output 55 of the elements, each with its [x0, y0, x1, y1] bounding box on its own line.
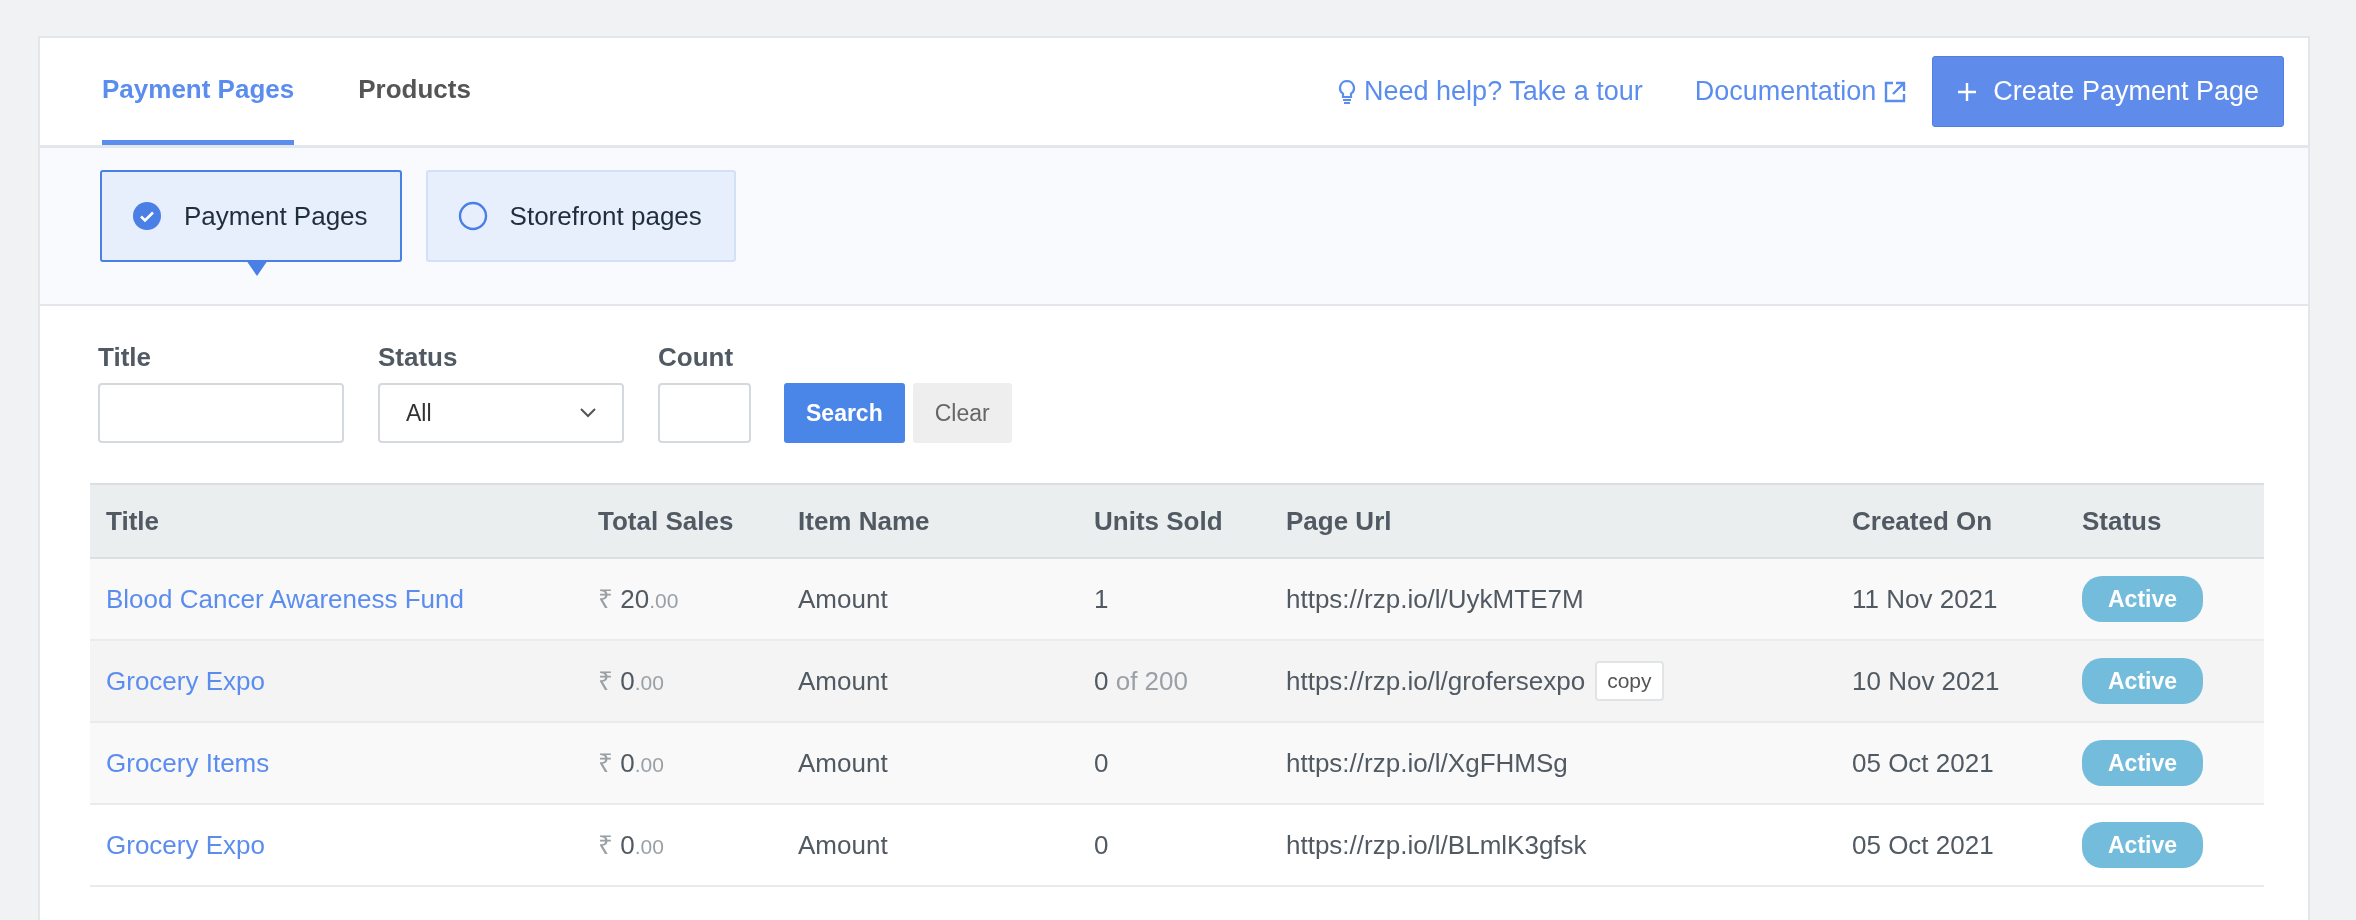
- check-circle-icon: [132, 201, 162, 231]
- total-sales-cell: ₹ 0.00: [582, 640, 782, 722]
- table-cell: Amount: [782, 804, 1078, 886]
- column-header: Item Name: [782, 484, 1078, 558]
- page-url: https://rzp.io/l/UykMTE7M: [1286, 582, 1584, 616]
- units-sold-cell: 0 of 200: [1078, 640, 1270, 722]
- column-header: Page Url: [1270, 484, 1836, 558]
- count-field[interactable]: [658, 383, 751, 443]
- total-sales-cell: ₹ 0.00: [582, 804, 782, 886]
- radio-circle-icon: [457, 201, 488, 231]
- page-title-link[interactable]: Grocery Expo: [106, 665, 265, 696]
- column-header: Created On: [1836, 484, 2066, 558]
- page-type-option[interactable]: Storefront pages: [425, 170, 736, 262]
- tab[interactable]: Products: [358, 38, 471, 145]
- column-header: Status: [2066, 484, 2264, 558]
- page-url: https://rzp.io/l/XgFHMSg: [1286, 746, 1568, 780]
- tour-link[interactable]: Need help? Take a tour: [1338, 71, 1643, 112]
- table-cell: 05 Oct 2021: [1836, 722, 2066, 804]
- chevron-down-icon: [580, 408, 596, 418]
- pointer-icon: [246, 260, 268, 276]
- total-sales-cell: ₹ 20.00: [582, 558, 782, 640]
- field-label: Title: [98, 341, 152, 374]
- page-url: https://rzp.io/l/BLmlK3gfsk: [1286, 828, 1587, 862]
- status-badge: Active: [2082, 575, 2204, 623]
- table-cell: 11 Nov 2021: [1836, 558, 2066, 640]
- lightbulb-icon: [1338, 78, 1357, 105]
- table-cell: 05 Oct 2021: [1836, 804, 2066, 886]
- total-sales-cell: ₹ 0.00: [582, 722, 782, 804]
- units-sold-cell: 0: [1078, 804, 1270, 886]
- status-dropdown[interactable]: All: [378, 383, 624, 443]
- search-button[interactable]: Search: [784, 383, 905, 443]
- column-header: Total Sales: [582, 484, 782, 558]
- table-cell: Amount: [782, 722, 1078, 804]
- status-badge: Active: [2082, 657, 2204, 705]
- units-sold-cell: 0: [1078, 722, 1270, 804]
- create-payment-page-button[interactable]: Create Payment Page: [1932, 56, 2284, 127]
- field-label: Status: [378, 341, 459, 374]
- page-title-link[interactable]: Grocery Expo: [106, 829, 265, 860]
- column-header: Title: [90, 484, 582, 558]
- page-url: https://rzp.io/l/grofersexpo: [1286, 664, 1586, 698]
- page-title-link[interactable]: Grocery Items: [106, 747, 270, 778]
- units-sold-cell: 1: [1078, 558, 1270, 640]
- status-badge: Active: [2082, 821, 2204, 869]
- table-cell: Amount: [782, 558, 1078, 640]
- external-link-icon: [1884, 80, 1907, 103]
- copy-button[interactable]: copy: [1595, 661, 1664, 701]
- title-field[interactable]: [98, 383, 344, 443]
- clear-button[interactable]: Clear: [912, 383, 1012, 443]
- table-cell: 10 Nov 2021: [1836, 640, 2066, 722]
- plus-icon: [1957, 81, 1978, 102]
- documentation-link[interactable]: Documentation: [1694, 71, 1907, 112]
- status-badge: Active: [2082, 739, 2204, 787]
- field-label: Count: [658, 341, 735, 374]
- table-cell: Amount: [782, 640, 1078, 722]
- column-header: Units Sold: [1078, 484, 1270, 558]
